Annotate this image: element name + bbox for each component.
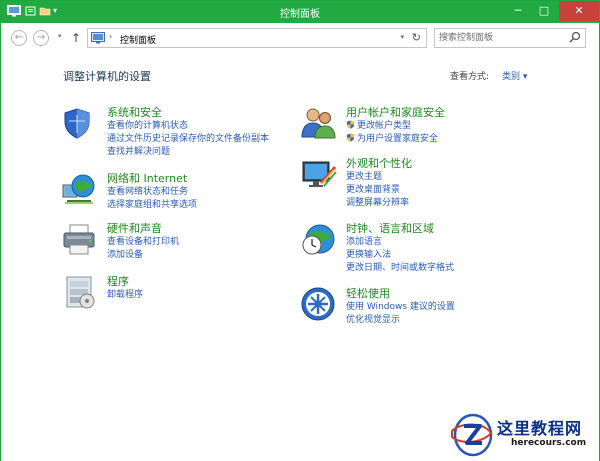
forward-button[interactable]: → — [33, 30, 49, 46]
address-bar[interactable]: › 控制面板 ▾ ↻ — [87, 28, 427, 48]
uac-shield-icon — [346, 120, 355, 129]
search-input[interactable] — [439, 31, 565, 45]
category-heading[interactable]: 系统和安全 — [107, 104, 162, 120]
back-button[interactable]: ← — [11, 30, 27, 46]
category-heading[interactable]: 外观和个性化 — [346, 155, 412, 171]
link-change-input-method[interactable]: 更换输入法 — [346, 249, 454, 262]
category-heading[interactable]: 网络和 Internet — [107, 170, 187, 186]
minimize-button[interactable]: ─ — [505, 1, 531, 21]
link-uninstall-program[interactable]: 卸载程序 — [107, 289, 143, 302]
navigation-bar: ← → ▾ ↑ › 控制面板 ▾ ↻ — [1, 23, 599, 53]
control-panel-window: ▾ 控制面板 ─ □ ✕ ← → ▾ ↑ › 控制面板 ▾ ↻ 搜索控制面板 调… — [0, 0, 600, 461]
address-dropdown-icon[interactable]: ▾ — [400, 33, 404, 41]
category-heading[interactable]: 轻松使用 — [346, 285, 390, 301]
site-watermark: 这里教程网 herecours.com — [445, 409, 597, 459]
watermark-url: herecours.com — [511, 438, 587, 448]
close-button[interactable]: ✕ — [559, 1, 599, 21]
link-label[interactable]: 更改帐户类型 — [357, 121, 411, 131]
link-devices-printers[interactable]: 查看设备和打印机 — [107, 236, 179, 249]
link-network-status[interactable]: 查看网络状态和任务 — [107, 186, 197, 199]
printer-icon[interactable] — [61, 221, 99, 257]
link-view-computer-status[interactable]: 查看你的计算机状态 — [107, 120, 269, 133]
breadcrumb-control-panel[interactable]: 控制面板 — [120, 33, 156, 46]
link-label[interactable]: 为用户设置家庭安全 — [357, 134, 438, 144]
programs-icon[interactable] — [61, 274, 99, 310]
link-screen-resolution[interactable]: 调整屏幕分辨率 — [346, 197, 409, 210]
link-change-theme[interactable]: 更改主题 — [346, 171, 409, 184]
refresh-button[interactable]: ↻ — [412, 31, 421, 44]
uac-shield-icon — [346, 133, 355, 142]
link-add-language[interactable]: 添加语言 — [346, 236, 454, 249]
search-box[interactable] — [434, 28, 586, 48]
link-file-history-backup[interactable]: 通过文件历史记录保存你的文件备份副本 — [107, 133, 269, 146]
link-troubleshoot[interactable]: 查找并解决问题 — [107, 146, 269, 159]
watermark-title: 这里教程网 — [497, 419, 583, 438]
category-heading[interactable]: 程序 — [107, 273, 129, 289]
up-button[interactable]: ↑ — [69, 29, 83, 47]
link-family-safety[interactable]: 为用户设置家庭安全 — [346, 133, 438, 146]
link-change-account-type[interactable]: 更改帐户类型 — [346, 120, 438, 133]
shield-icon[interactable] — [61, 105, 99, 141]
search-icon[interactable] — [569, 31, 581, 43]
network-globe-icon[interactable] — [61, 171, 99, 207]
category-heading[interactable]: 用户帐户和家庭安全 — [346, 104, 445, 120]
maximize-button[interactable]: □ — [531, 1, 557, 21]
view-by-dropdown[interactable]: 类别 ▾ — [502, 69, 527, 82]
ease-of-access-icon[interactable] — [300, 286, 338, 322]
link-desktop-background[interactable]: 更改桌面背景 — [346, 184, 409, 197]
link-add-device[interactable]: 添加设备 — [107, 249, 179, 262]
category-heading[interactable]: 时钟、语言和区域 — [346, 220, 434, 236]
breadcrumb-separator-icon[interactable]: › — [109, 32, 112, 41]
category-heading[interactable]: 硬件和声音 — [107, 220, 162, 236]
view-by-label: 查看方式: — [450, 72, 490, 82]
title-bar[interactable]: ▾ 控制面板 ─ □ ✕ — [1, 1, 599, 23]
appearance-icon[interactable] — [300, 156, 338, 192]
watermark-logo-icon — [451, 413, 493, 457]
main-content: 调整计算机的设置 查看方式: 类别 ▾ 系统和安全 查看你的计算机状态 通过文件… — [1, 53, 599, 461]
link-date-time-format[interactable]: 更改日期、时间或数字格式 — [346, 262, 454, 275]
control-panel-small-icon — [91, 32, 105, 44]
recent-locations-caret-icon[interactable]: ▾ — [58, 32, 62, 40]
users-icon[interactable] — [300, 105, 338, 141]
link-recommended-settings[interactable]: 使用 Windows 建议的设置 — [346, 301, 455, 314]
link-optimize-visual-display[interactable]: 优化视觉显示 — [346, 314, 455, 327]
page-title: 调整计算机的设置 — [63, 70, 151, 83]
clock-globe-icon[interactable] — [300, 221, 338, 257]
link-homegroup-sharing[interactable]: 选择家庭组和共享选项 — [107, 199, 197, 212]
